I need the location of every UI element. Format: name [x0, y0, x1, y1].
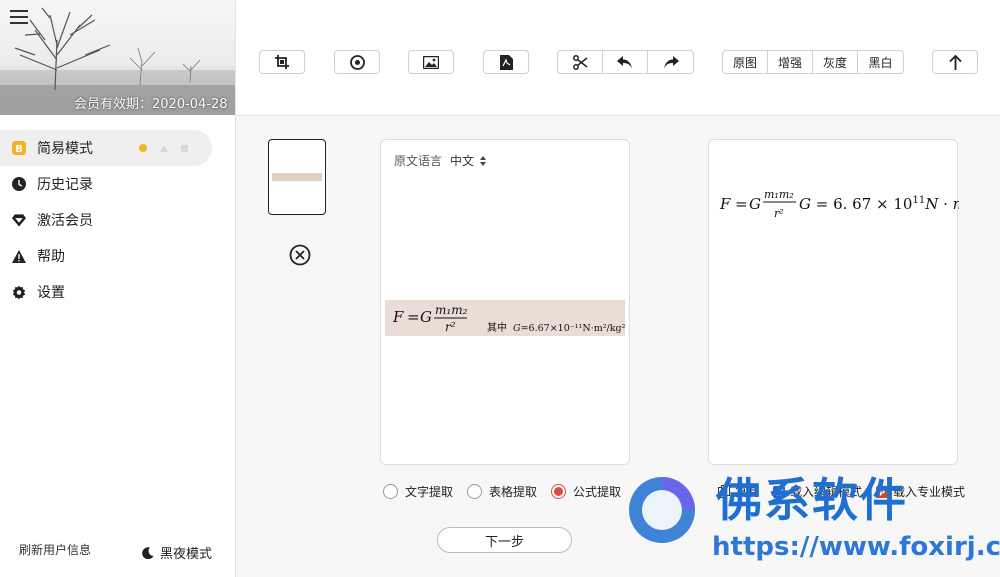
sidebar-item-label: 简易模式	[37, 141, 93, 157]
sidebar-item-label: 帮助	[37, 249, 65, 265]
edit-button-group	[557, 50, 694, 74]
mode-bw-button[interactable]: 黑白	[858, 51, 903, 73]
svg-text:=: =	[735, 195, 748, 213]
svg-text:其中: 其中	[487, 321, 507, 334]
sort-arrows-icon	[480, 155, 487, 166]
svg-text:G=6.67×10⁻¹¹N·m²/kg²: G=6.67×10⁻¹¹N·m²/kg²	[513, 323, 625, 334]
sidebar-item-history[interactable]: 历史记录	[0, 166, 236, 202]
radio-label: 公式提取	[573, 485, 622, 499]
membership-expiry: 会员有效期：2020-04-28	[74, 97, 228, 112]
camera-button[interactable]	[334, 50, 380, 74]
redo-button[interactable]	[648, 51, 693, 73]
svg-text:=: =	[407, 308, 420, 326]
undo-button[interactable]	[603, 51, 648, 73]
sidebar-item-label: 激活会员	[37, 213, 93, 229]
svg-text:G: G	[749, 195, 761, 213]
cut-button[interactable]	[558, 51, 603, 73]
menu-icon[interactable]	[10, 10, 28, 26]
mode-grayscale-button[interactable]: 灰度	[813, 51, 858, 73]
sidebar: 会员有效期：2020-04-28 B 简易模式 历史记录 激活会员 帮助 设置 …	[0, 0, 236, 577]
cut-icon	[572, 54, 587, 70]
source-language-label: 原文语言	[394, 154, 443, 168]
svg-text:F: F	[719, 195, 731, 213]
mode-enhance-button[interactable]: 增强	[768, 51, 813, 73]
foxirj-logo-icon	[629, 477, 695, 543]
thumbnail-preview	[272, 173, 322, 181]
moon-icon	[142, 546, 154, 559]
radio-label: 文字提取	[405, 485, 454, 499]
source-language-value: 中文	[450, 154, 475, 168]
night-mode-label: 黑夜模式	[160, 547, 213, 562]
watermark-url: https://www.foxirj.com	[712, 532, 1000, 562]
sidebar-item-help[interactable]: 帮助	[0, 238, 236, 274]
source-panel: 原文语言 中文 F = G m₁m₂ r² 其中 G=6.67×10⁻¹¹N·m…	[380, 139, 630, 465]
image-mode-group: 原图 增强 灰度 黑白	[722, 50, 904, 74]
sidebar-item-simple-mode[interactable]: B 简易模式	[0, 130, 212, 166]
remove-page-button[interactable]	[289, 244, 311, 266]
result-panel: F = G m₁m₂ r² G = 6. 67 × 1011N · m2	[708, 139, 959, 465]
radio-circle	[467, 484, 483, 499]
triangle-indicator-icon	[160, 144, 168, 152]
camera-icon	[349, 54, 365, 70]
pdf-button[interactable]	[483, 50, 529, 74]
radio-table-extract[interactable]: 表格提取	[467, 483, 537, 500]
sidebar-item-label: 设置	[37, 285, 65, 301]
mode-original-button[interactable]: 原图	[723, 51, 768, 73]
night-mode-toggle[interactable]: 黑夜模式	[142, 543, 212, 562]
radio-formula-extract[interactable]: 公式提取	[551, 483, 621, 500]
page-thumbnail[interactable]	[268, 139, 326, 215]
gear-icon	[12, 285, 26, 299]
svg-text:m₁m₂: m₁m₂	[435, 303, 468, 317]
result-formula: F = G m₁m₂ r² G = 6. 67 × 1011N · m2	[719, 188, 959, 220]
refresh-user-info-link[interactable]: 刷新用户信息	[19, 541, 91, 558]
svg-text:r²: r²	[774, 207, 784, 220]
svg-text:G: G	[420, 308, 432, 326]
sidebar-item-label: 历史记录	[37, 177, 93, 193]
image-button[interactable]	[408, 50, 454, 74]
sidebar-nav: B 简易模式 历史记录 激活会员 帮助 设置	[0, 130, 236, 310]
svg-text:r²: r²	[445, 320, 456, 334]
radio-text-extract[interactable]: 文字提取	[383, 483, 453, 500]
image-icon	[423, 55, 439, 69]
source-formula-image: F = G m₁m₂ r² 其中 G=6.67×10⁻¹¹N·m²/kg²	[385, 300, 625, 336]
pdf-icon	[499, 54, 513, 70]
crop-icon	[275, 55, 289, 69]
watermark-name: 佛系软件	[716, 473, 908, 527]
close-circle-icon	[289, 244, 311, 266]
redo-icon	[663, 55, 679, 69]
circle-indicator-icon	[139, 144, 147, 152]
diamond-icon	[12, 213, 26, 227]
watermark: 佛系软件 https://www.foxirj.com	[626, 462, 1000, 572]
square-indicator-icon	[181, 144, 188, 152]
upload-icon	[948, 54, 962, 70]
warning-icon	[12, 249, 26, 263]
radio-label: 表格提取	[489, 485, 538, 499]
sidebar-banner-image: 会员有效期：2020-04-28	[0, 0, 235, 115]
toolbar: 原图 增强 灰度 黑白	[236, 0, 1000, 116]
svg-text:F: F	[392, 308, 404, 326]
next-step-button[interactable]: 下一步	[437, 527, 572, 553]
radio-circle-selected	[551, 484, 567, 499]
undo-icon	[617, 55, 632, 69]
sidebar-item-activate[interactable]: 激活会员	[0, 202, 236, 238]
sidebar-item-settings[interactable]: 设置	[0, 274, 236, 310]
extract-mode-options: 文字提取 表格提取 公式提取	[383, 483, 635, 500]
crop-button[interactable]	[259, 50, 305, 74]
source-language-select[interactable]: 中文	[450, 152, 487, 169]
svg-text:m₁m₂: m₁m₂	[764, 188, 794, 201]
svg-text:B: B	[15, 144, 23, 155]
clock-icon	[12, 177, 26, 191]
radio-circle	[383, 484, 398, 499]
svg-text:G = 6. 67 × 1011N · m2: G = 6. 67 × 1011N · m2	[799, 195, 959, 213]
mode-indicator	[139, 144, 188, 152]
upload-button[interactable]	[932, 50, 978, 74]
badge-b-icon: B	[12, 141, 26, 155]
